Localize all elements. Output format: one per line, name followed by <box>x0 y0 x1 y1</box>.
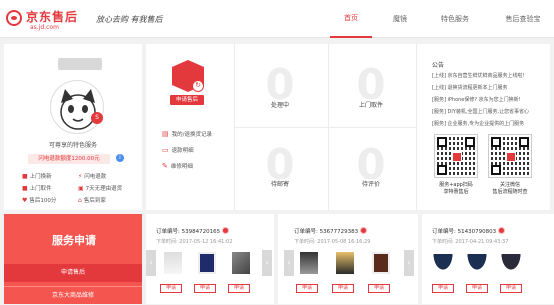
apply-service-side-button[interactable]: 申请售后 <box>4 264 142 282</box>
apply-button[interactable]: 申请 <box>194 284 216 293</box>
service-item[interactable]: ⚡ 闪电退款 <box>78 172 106 181</box>
notice-item[interactable]: [上线] 退换货流程更新本上门服务 <box>432 84 508 91</box>
next-arrow[interactable]: › <box>262 250 272 276</box>
order-time: 下单时间: 2017-04-21 09:43:37 <box>432 239 509 245</box>
qr-code-app <box>434 134 478 178</box>
qr-code-wechat <box>488 134 532 178</box>
link-repair-detail[interactable]: ✎ 维修明细 <box>162 162 193 170</box>
next-arrow[interactable]: › <box>404 250 414 276</box>
apply-button[interactable]: 申请 <box>500 284 522 293</box>
nav-check[interactable]: 售后查验宝 <box>492 0 554 38</box>
product-image[interactable] <box>466 254 488 272</box>
order-status-dot <box>360 227 367 234</box>
apply-button[interactable]: 申请 <box>432 284 454 293</box>
refresh-icon: ↻ <box>192 80 204 92</box>
apply-service-button[interactable]: 申请售后 <box>170 95 204 105</box>
apply-button[interactable]: 申请 <box>332 284 354 293</box>
service-item[interactable]: ▣ 7天无理由退货 <box>78 184 122 193</box>
order-status-dot <box>222 227 229 234</box>
prev-arrow[interactable]: ‹ <box>284 250 294 276</box>
return-icon: ▣ <box>78 184 84 192</box>
stat-pickup-label[interactable]: 上门取件 <box>341 100 401 109</box>
product-image[interactable] <box>372 252 390 274</box>
stat-processing-label[interactable]: 处理中 <box>250 100 310 109</box>
order-number: 订单编号: 53984720165 <box>156 229 221 235</box>
home-icon: ⌂ <box>78 196 82 204</box>
bolt-icon: ⚡ <box>78 172 83 180</box>
nav-home[interactable]: 首页 <box>330 0 372 38</box>
order-number: 订单编号: 51430790803 <box>432 229 497 235</box>
jd-dog-icon <box>6 10 22 26</box>
order-status-dot <box>498 227 505 234</box>
qr-caption-wechat: 关注微信 售后流程随时查 <box>492 182 528 195</box>
order-number: 订单编号: 53677729383 <box>294 229 359 235</box>
avatar[interactable] <box>50 80 104 134</box>
service-apply-title: 服务申请 <box>52 234 96 247</box>
prev-arrow[interactable]: ‹ <box>146 250 156 276</box>
apply-button[interactable]: 申请 <box>160 284 182 293</box>
slogan: 放心去购 有我售后 <box>96 15 163 24</box>
apply-button[interactable]: 申请 <box>466 284 488 293</box>
product-image[interactable] <box>164 252 182 274</box>
top-bar: 京东售后 as.jd.com 放心去购 有我售后 首页 魔镜 特色服务 售后查验… <box>0 0 554 38</box>
jd-badge-icon: S <box>91 112 103 124</box>
link-return-records[interactable]: ▤ 我的/退换货记录 <box>162 130 212 138</box>
notice-item[interactable]: [服务] iPhone保修? 京东为您上门换新! <box>432 96 521 103</box>
link-refund-detail[interactable]: ▭ 退款明细 <box>162 146 194 154</box>
service-item[interactable]: ♥ 售后100分 <box>22 196 56 205</box>
nav-features[interactable]: 特色服务 <box>430 0 480 38</box>
service-title: 可尊享的特色服务 <box>48 142 98 149</box>
info-icon[interactable]: i <box>116 154 124 162</box>
order-time: 下单时间: 2017-05-08 16:16:29 <box>294 239 371 245</box>
notice-item[interactable]: [服务] DIY装机,全国上门服务,让您省事省心 <box>432 108 529 115</box>
package-icon: ■ <box>22 184 28 192</box>
notice-item[interactable]: [服务] 企业服务,专为企业提供的上门服务 <box>432 120 524 127</box>
notice-item[interactable]: [上线] 京东自营生鲜优鲜商品服务上线啦! <box>432 72 525 79</box>
order-time: 下单时间: 2017-05-12 16:41:02 <box>156 239 233 245</box>
service-item[interactable]: ■ 上门取件 <box>22 184 52 193</box>
apply-button[interactable]: 申请 <box>228 284 250 293</box>
product-image[interactable] <box>198 252 216 274</box>
truck-icon: ■ <box>22 172 28 180</box>
qr-caption-app: 服务+app扫码 享特惠售后 <box>439 182 473 195</box>
service-item[interactable]: ⌂ 售后到家 <box>78 196 106 205</box>
product-image[interactable] <box>336 252 354 274</box>
card-icon: ▭ <box>162 146 169 154</box>
divider <box>234 127 416 128</box>
logo-text: 京东售后 <box>26 10 79 24</box>
notice-title: 公告 <box>432 62 445 69</box>
stat-review-label[interactable]: 待评价 <box>341 179 401 188</box>
service-item[interactable]: ■ 上门换新 <box>22 172 52 181</box>
product-image[interactable] <box>500 254 522 272</box>
nav-mirror[interactable]: 魔镜 <box>382 0 418 38</box>
logo-domain: as.jd.com <box>30 24 59 31</box>
list-icon: ▤ <box>162 130 169 138</box>
stat-mail-label[interactable]: 待邮寄 <box>250 179 310 188</box>
divider <box>416 44 417 210</box>
wrench-icon: ✎ <box>162 162 168 170</box>
large-item-repair-button[interactable]: 京东大商品维修 <box>4 286 142 304</box>
username-blurred <box>58 58 102 70</box>
apply-button[interactable]: 申请 <box>296 284 318 293</box>
apply-button[interactable]: 申请 <box>368 284 390 293</box>
jd-logo[interactable]: 京东售后 as.jd.com <box>4 6 88 34</box>
refund-limit-badge: 闪电退款额度1200.00元 <box>28 154 110 164</box>
product-image[interactable] <box>232 252 250 274</box>
product-image[interactable] <box>432 254 454 272</box>
star-icon: ♥ <box>22 196 28 204</box>
product-image[interactable] <box>300 252 318 274</box>
